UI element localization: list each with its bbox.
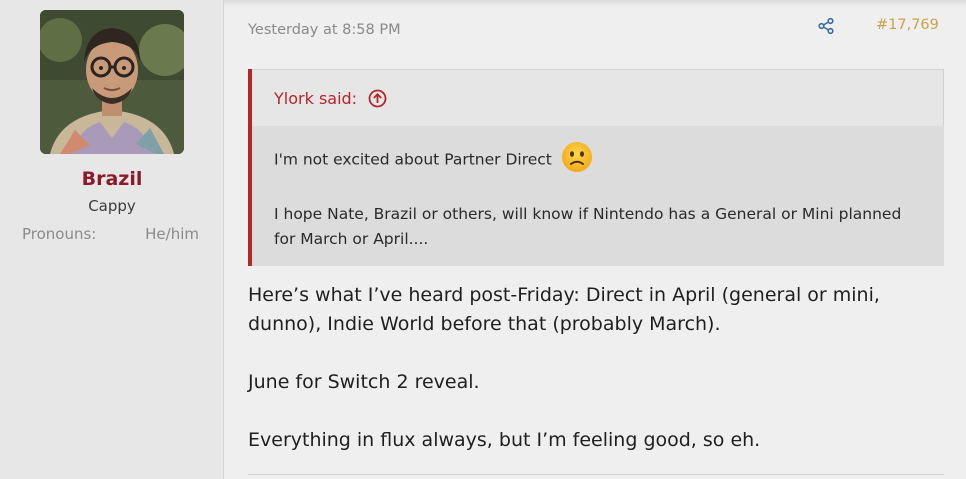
post-divider	[248, 474, 944, 475]
share-icon[interactable]	[817, 17, 835, 35]
quote-line-2: I hope Nate, Brazil or others, will know…	[274, 205, 902, 248]
user-sidebar: Brazil Cappy Pronouns: He/him	[0, 0, 224, 479]
post-paragraph: Here’s what I’ve heard post-Friday: Dire…	[248, 284, 880, 335]
avatar[interactable]	[40, 10, 184, 154]
pronouns-value: He/him	[145, 225, 199, 243]
post-paragraph: June for Switch 2 reveal.	[248, 371, 480, 393]
post-paragraph: Everything in flux always, but I’m feeli…	[248, 429, 761, 451]
post-body: Here’s what I’ve heard post-Friday: Dire…	[248, 281, 948, 479]
avatar-photo	[40, 10, 184, 154]
quote-header: Ylork said:	[252, 69, 944, 126]
quote-block: Ylork said: I'm not excited about Partne…	[248, 69, 944, 266]
pronouns-label: Pronouns:	[22, 225, 97, 243]
username-link[interactable]: Brazil	[0, 168, 224, 190]
post-timestamp[interactable]: Yesterday at 8:58 PM	[248, 22, 401, 38]
jump-to-quote-icon[interactable]	[368, 89, 387, 108]
user-title: Cappy	[88, 197, 136, 215]
forum-post-page: Brazil Cappy Pronouns: He/him Yesterday …	[0, 0, 966, 479]
quote-line-1: I'm not excited about Partner Direct	[274, 142, 593, 173]
quote-author-link[interactable]: Ylork said:	[274, 89, 357, 108]
quote-text-1: I'm not excited about Partner Direct	[274, 150, 552, 169]
frowning-face-icon	[561, 141, 593, 173]
post-number-link[interactable]: #17,769	[876, 17, 939, 33]
